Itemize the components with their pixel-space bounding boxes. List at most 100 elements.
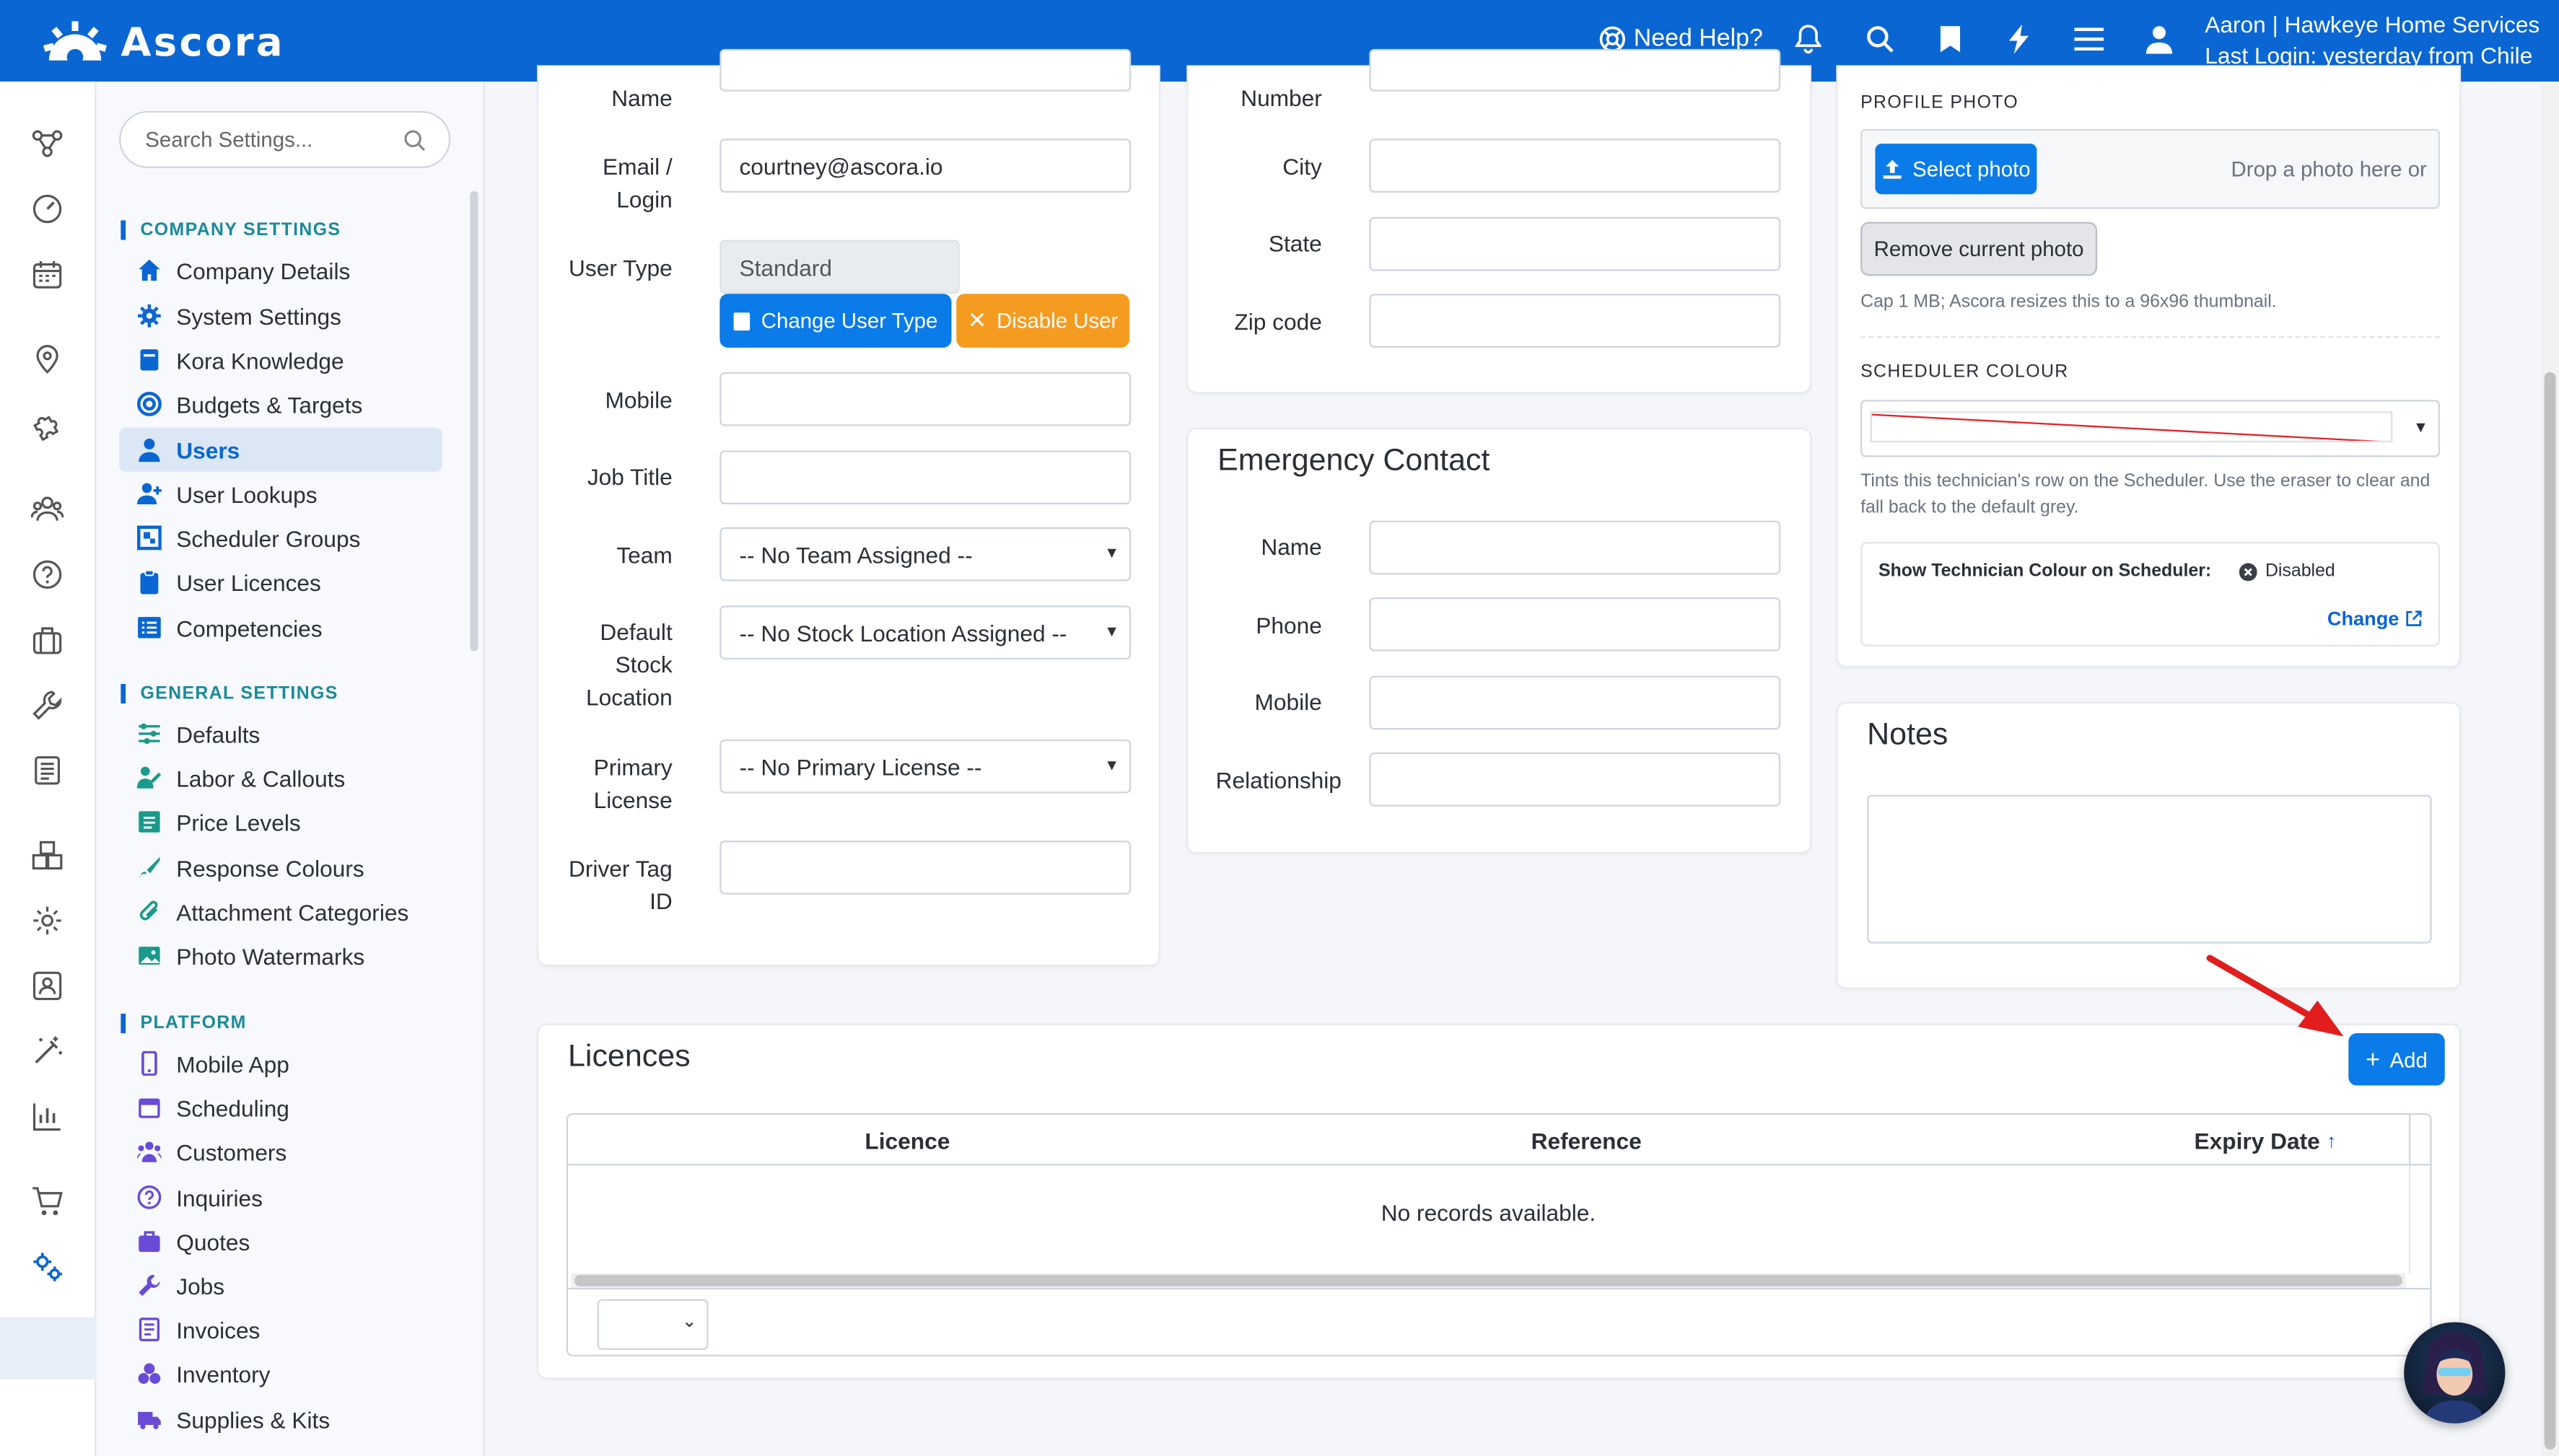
nav-scheduler-groups[interactable]: Scheduler Groups bbox=[119, 516, 442, 560]
nav-supplies-kits[interactable]: Supplies & Kits bbox=[119, 1398, 442, 1442]
scheduler-colour-picker[interactable]: ▾ bbox=[1860, 400, 2440, 457]
contact-card-icon[interactable] bbox=[31, 970, 64, 1002]
nav-system-settings[interactable]: System Settings bbox=[119, 294, 442, 338]
brand-logo[interactable]: Ascora bbox=[43, 19, 285, 65]
settings-search[interactable] bbox=[119, 110, 451, 169]
column-reference[interactable]: Reference bbox=[1247, 1115, 1926, 1165]
bookmark-icon[interactable] bbox=[1934, 23, 1967, 56]
page-scrollbar-thumb[interactable] bbox=[2544, 372, 2556, 1450]
ec-name-input[interactable] bbox=[1369, 520, 1781, 575]
user-icon bbox=[137, 437, 162, 462]
reports-chart-icon[interactable] bbox=[31, 1100, 64, 1133]
menu-icon[interactable] bbox=[2073, 23, 2105, 56]
nav-kora-knowledge[interactable]: Kora Knowledge bbox=[119, 338, 442, 382]
change-user-type-button[interactable]: Change User Type bbox=[719, 294, 952, 348]
assistant-avatar[interactable] bbox=[2404, 1322, 2506, 1424]
nav-jobs[interactable]: Jobs bbox=[119, 1263, 442, 1307]
email-input[interactable]: courtney@ascora.io bbox=[719, 139, 1132, 193]
need-help-link[interactable]: Need Help? bbox=[1599, 25, 1763, 52]
scheduler-colour-hint: Tints this technician's row on the Sched… bbox=[1860, 471, 2431, 518]
street-number-input[interactable] bbox=[1369, 48, 1781, 92]
search-icon[interactable] bbox=[1864, 23, 1897, 56]
nav-company-details[interactable]: Company Details bbox=[119, 248, 442, 292]
driver-tag-input[interactable] bbox=[719, 841, 1132, 895]
nav-response-colours[interactable]: Response Colours bbox=[119, 846, 442, 890]
mobile-phone-icon bbox=[137, 1051, 162, 1076]
search-icon[interactable] bbox=[403, 129, 426, 152]
job-title-input[interactable] bbox=[719, 450, 1132, 505]
primary-license-select[interactable]: -- No Primary License -- bbox=[719, 739, 1132, 794]
clipboard-icon bbox=[137, 569, 162, 595]
puzzle-icon[interactable] bbox=[31, 408, 64, 441]
nav-scheduling[interactable]: Scheduling bbox=[119, 1085, 442, 1129]
name-input[interactable] bbox=[719, 48, 1132, 92]
nav-labor-callouts[interactable]: Labor & Callouts bbox=[119, 755, 442, 799]
nav-user-licences[interactable]: User Licences bbox=[119, 560, 442, 604]
customers-icon[interactable] bbox=[30, 493, 64, 525]
settings-nav-scrollbar[interactable] bbox=[470, 190, 478, 652]
calendar-icon[interactable] bbox=[31, 258, 64, 290]
page-size-select[interactable]: ⌄ bbox=[597, 1299, 709, 1350]
nav-user-lookups[interactable]: User Lookups bbox=[119, 472, 442, 516]
nav-inquiries[interactable]: Inquiries bbox=[119, 1175, 442, 1219]
disable-user-button[interactable]: ✕ Disable User bbox=[956, 294, 1129, 348]
question-circle-icon[interactable] bbox=[31, 558, 64, 591]
bell-icon[interactable] bbox=[1792, 23, 1824, 56]
horizontal-scrollbar-thumb[interactable] bbox=[574, 1274, 2402, 1286]
change-colour-link[interactable]: Change bbox=[2327, 608, 2422, 630]
ec-relationship-input[interactable] bbox=[1369, 752, 1781, 807]
settings-search-input[interactable] bbox=[145, 127, 390, 152]
state-input[interactable] bbox=[1369, 216, 1781, 271]
user-type-label: User Type bbox=[569, 254, 673, 281]
ec-mobile-input[interactable] bbox=[1369, 675, 1781, 730]
invoice-book-icon[interactable] bbox=[31, 754, 64, 786]
user-icon[interactable] bbox=[2143, 23, 2175, 56]
page-scrollbar[interactable] bbox=[2541, 82, 2559, 1456]
column-licence[interactable]: Licence bbox=[568, 1115, 1247, 1165]
nav-price-levels[interactable]: Price Levels bbox=[119, 800, 442, 844]
zip-input[interactable] bbox=[1369, 294, 1781, 348]
email-value: courtney@ascora.io bbox=[739, 152, 943, 179]
wrench-icon[interactable] bbox=[31, 689, 64, 722]
chevron-down-icon[interactable]: ▾ bbox=[2416, 416, 2425, 437]
briefcase-icon[interactable] bbox=[31, 623, 64, 656]
nav-competencies[interactable]: Competencies bbox=[119, 605, 442, 649]
magic-wand-icon[interactable] bbox=[31, 1035, 64, 1067]
column-expiry-date[interactable]: Expiry Date ↑ bbox=[2184, 1115, 2347, 1165]
ec-phone-input[interactable] bbox=[1369, 597, 1781, 652]
user-info[interactable]: Aaron | Hawkeye Home Services Last Login… bbox=[2205, 10, 2540, 72]
upload-icon bbox=[1883, 159, 1902, 179]
settings-gears-icon[interactable] bbox=[31, 1250, 64, 1283]
nav-invoices[interactable]: Invoices bbox=[119, 1307, 442, 1351]
add-licence-button[interactable]: + Add bbox=[2348, 1033, 2445, 1086]
cog-icon bbox=[137, 304, 162, 328]
team-value: -- No Team Assigned -- bbox=[739, 540, 973, 568]
pager-divider bbox=[568, 1287, 2431, 1290]
nav-users[interactable]: Users bbox=[119, 427, 442, 472]
lightning-icon[interactable] bbox=[2003, 23, 2035, 56]
stock-location-select[interactable]: -- No Stock Location Assigned -- bbox=[719, 605, 1132, 659]
dashboard-gauge-icon[interactable] bbox=[31, 193, 64, 225]
photo-dropzone[interactable]: Select photo Drop a photo here or bbox=[1860, 128, 2440, 209]
table-right-border bbox=[2408, 1165, 2411, 1273]
shopping-cart-icon[interactable] bbox=[31, 1185, 64, 1217]
inventory-boxes-icon[interactable] bbox=[31, 839, 64, 872]
nav-attachment-categories[interactable]: Attachment Categories bbox=[119, 890, 442, 934]
nav-mobile-app[interactable]: Mobile App bbox=[119, 1041, 442, 1085]
nav-defaults[interactable]: Defaults bbox=[119, 711, 442, 755]
nav-budgets-targets[interactable]: Budgets & Targets bbox=[119, 382, 442, 426]
workflow-icon[interactable] bbox=[31, 127, 64, 159]
map-pin-icon[interactable] bbox=[31, 343, 64, 375]
settings-gear-icon[interactable] bbox=[31, 904, 64, 937]
horizontal-scrollbar[interactable] bbox=[571, 1273, 2406, 1288]
nav-quotes[interactable]: Quotes bbox=[119, 1219, 442, 1263]
remove-photo-button[interactable]: Remove current photo bbox=[1860, 222, 2098, 276]
nav-inventory[interactable]: Inventory bbox=[119, 1351, 442, 1395]
team-select[interactable]: -- No Team Assigned -- bbox=[719, 527, 1132, 582]
select-photo-button[interactable]: Select photo bbox=[1875, 144, 2037, 195]
nav-customers[interactable]: Customers bbox=[119, 1130, 442, 1174]
notes-textarea[interactable] bbox=[1867, 794, 2432, 944]
city-input[interactable] bbox=[1369, 139, 1781, 193]
nav-photo-watermarks[interactable]: Photo Watermarks bbox=[119, 934, 442, 978]
mobile-input[interactable] bbox=[719, 372, 1132, 426]
